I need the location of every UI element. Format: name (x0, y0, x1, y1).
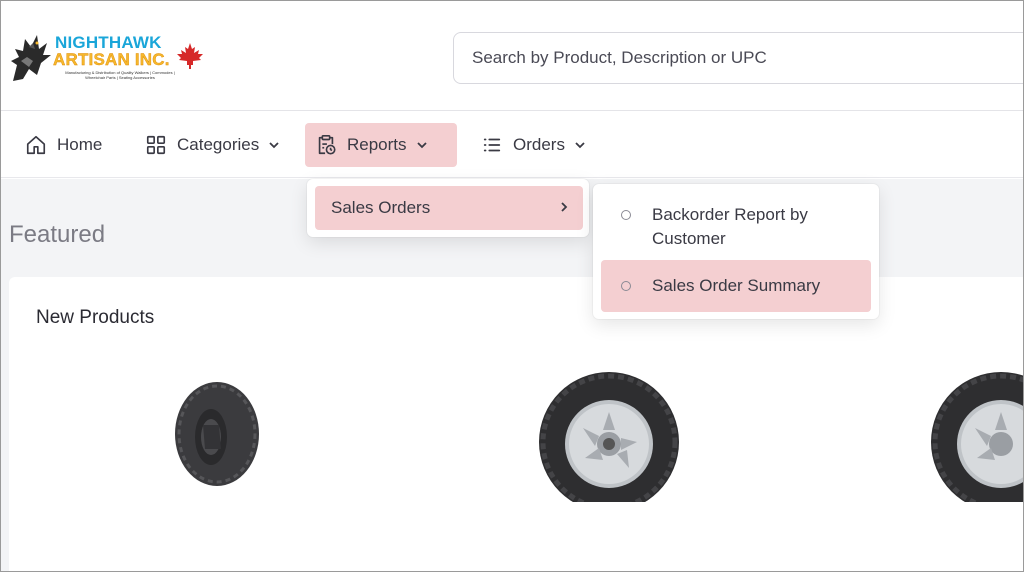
menu-item-label: Backorder Report by Customer (652, 203, 808, 251)
chevron-down-icon (575, 142, 585, 149)
reports-dropdown-menu: Sales Orders (307, 179, 589, 237)
menu-item-label: Sales Order Summary (652, 276, 821, 295)
list-icon (483, 138, 501, 152)
maple-leaf-icon (177, 43, 203, 69)
home-icon (26, 135, 46, 155)
main-nav: Home Categories Reports Orders (1, 112, 1023, 178)
sales-orders-submenu: Backorder Report by Customer Sales Order… (593, 184, 879, 319)
product-image-small-tire[interactable] (171, 379, 263, 489)
site-header: NIGHTHAWK ARTISAN INC. Manufacturing & D… (1, 1, 1023, 111)
nav-item-label: Categories (177, 135, 260, 154)
bullet-circle-icon (621, 281, 631, 291)
menu-item-backorder-report[interactable]: Backorder Report by Customer (601, 203, 871, 259)
logo-line2: ARTISAN INC. (53, 50, 170, 69)
nav-item-label: Orders (513, 135, 565, 154)
featured-heading: Featured (9, 221, 106, 248)
nav-item-label: Home (57, 135, 103, 154)
menu-item-sales-orders[interactable]: Sales Orders (315, 186, 583, 230)
label-line1: Backorder Report by (652, 205, 808, 224)
label-line2: Customer (652, 229, 726, 248)
nav-item-label: Reports (347, 135, 407, 154)
site-logo[interactable]: NIGHTHAWK ARTISAN INC. Manufacturing & D… (7, 31, 207, 83)
nav-item-home[interactable]: Home (15, 123, 112, 167)
menu-item-sales-order-summary[interactable]: Sales Order Summary (601, 260, 871, 312)
chevron-down-icon (269, 142, 279, 149)
menu-item-label: Sales Orders (331, 198, 431, 217)
app-frame: NIGHTHAWK ARTISAN INC. Manufacturing & D… (0, 0, 1024, 572)
clipboard-clock-icon (318, 135, 336, 155)
new-products-card: New Products (9, 277, 1023, 571)
search-placeholder: Search by Product, Description or UPC (472, 48, 767, 67)
logo-tagline: Manufacturing & Distribution of Quality … (65, 70, 175, 80)
bullet-circle-icon (621, 210, 631, 220)
card-title: New Products (36, 307, 155, 328)
product-image-partial-tire[interactable] (929, 362, 1024, 502)
nav-item-categories[interactable]: Categories (135, 123, 291, 167)
grid-icon (146, 135, 166, 155)
nav-item-orders[interactable]: Orders (471, 123, 597, 167)
nighthawk-bird-icon (11, 35, 51, 81)
chevron-down-icon (416, 142, 427, 149)
chevron-right-icon (561, 202, 568, 212)
search-input[interactable]: Search by Product, Description or UPC (453, 32, 1023, 84)
nav-item-reports[interactable]: Reports (305, 123, 457, 167)
product-image-large-tire[interactable] (537, 362, 681, 502)
